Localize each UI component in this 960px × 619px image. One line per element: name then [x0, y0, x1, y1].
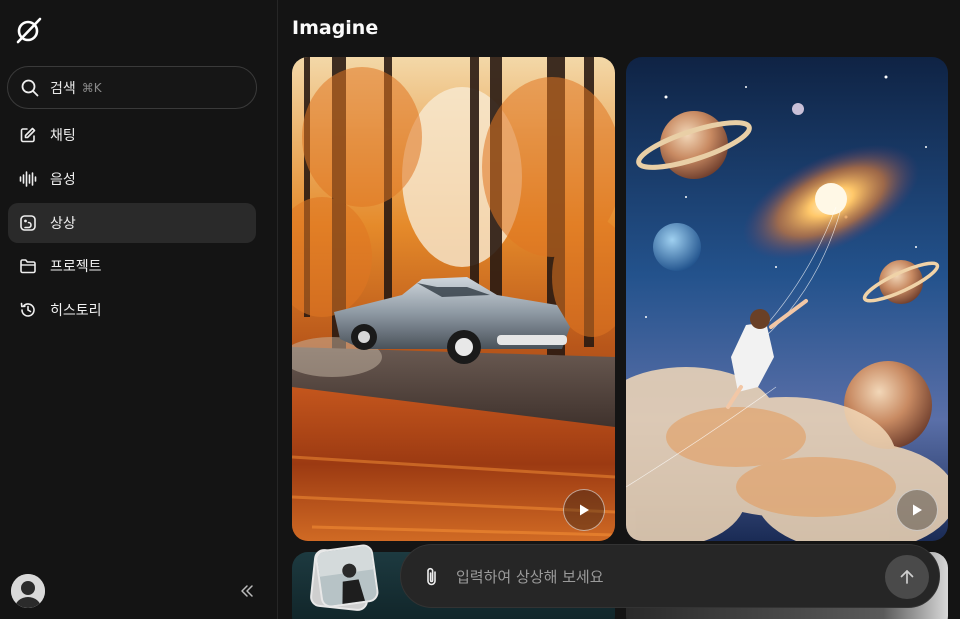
play-button[interactable]	[563, 489, 605, 531]
image-card-space-girl[interactable]	[626, 57, 948, 541]
edit-icon	[20, 127, 36, 143]
person-photo-image	[316, 544, 380, 609]
play-button[interactable]	[896, 489, 938, 531]
main-content: Imagine	[279, 0, 960, 619]
sidebar: 검색 ⌘K 채팅 음성 상상 프로젝트 히스토리	[0, 0, 278, 619]
collapse-sidebar-button[interactable]	[236, 580, 258, 602]
sidebar-item-projects[interactable]: 프로젝트	[8, 246, 256, 286]
user-icon	[11, 574, 45, 608]
play-icon	[580, 504, 589, 516]
sidebar-item-imagine[interactable]: 상상	[8, 202, 256, 243]
sidebar-item-label: 채팅	[50, 128, 76, 144]
sidebar-nav: 채팅 음성 상상 프로젝트 히스토리	[8, 115, 256, 334]
sidebar-item-label: 음성	[50, 171, 76, 188]
voice-wave-icon	[19, 170, 37, 187]
paperclip-icon[interactable]	[421, 566, 443, 588]
space-girl-image	[626, 57, 948, 541]
sidebar-item-history[interactable]: 히스토리	[8, 290, 256, 330]
imagine-icon	[20, 214, 36, 231]
attached-image-thumbnail[interactable]	[314, 543, 380, 609]
play-icon	[913, 504, 922, 516]
chevrons-left-icon	[241, 585, 253, 597]
page-title: Imagine	[292, 17, 379, 39]
send-button[interactable]	[885, 555, 929, 599]
autumn-car-image	[292, 57, 615, 541]
sidebar-item-label: 히스토리	[50, 303, 102, 320]
sidebar-item-label: 프로젝트	[50, 259, 102, 276]
search-shortcut: ⌘K	[81, 80, 102, 95]
prompt-input[interactable]	[456, 565, 856, 589]
search-icon	[21, 79, 39, 96]
search-button[interactable]: 검색 ⌘K	[7, 66, 257, 109]
arrow-up-icon	[900, 570, 914, 584]
avatar[interactable]	[11, 574, 45, 608]
search-label: 검색	[50, 80, 76, 97]
app-logo-icon[interactable]	[14, 15, 44, 45]
history-icon	[20, 302, 35, 317]
image-card-autumn-car[interactable]	[292, 57, 615, 541]
folder-icon	[20, 259, 36, 274]
sidebar-item-label: 상상	[50, 215, 76, 232]
sidebar-item-chat[interactable]: 채팅	[8, 115, 256, 155]
sidebar-item-voice[interactable]: 음성	[8, 159, 256, 199]
prompt-bar	[400, 544, 940, 608]
